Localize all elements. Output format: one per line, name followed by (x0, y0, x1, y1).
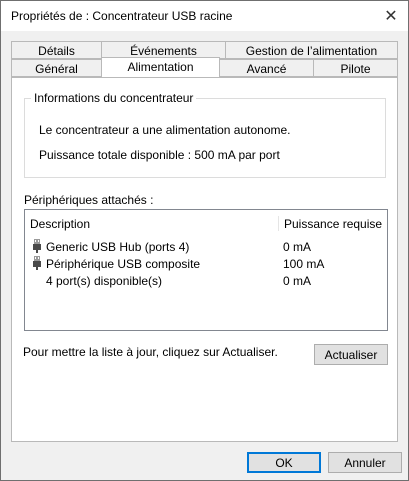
column-header-description[interactable]: Description (30, 217, 90, 231)
properties-dialog: Propriétés de : Concentrateur USB racine… (0, 0, 409, 481)
title-bar[interactable]: Propriétés de : Concentrateur USB racine… (1, 1, 408, 31)
close-icon[interactable]: ✕ (380, 5, 402, 27)
tab-driver[interactable]: Pilote (313, 59, 398, 77)
ok-button[interactable]: OK (247, 452, 321, 473)
tab-power-management[interactable]: Gestion de l’alimentation (225, 41, 398, 59)
device-description[interactable]: Generic USB Hub (ports 4) (46, 240, 189, 254)
attached-devices-list[interactable]: Description Puissance requise Generic US… (24, 209, 388, 331)
device-description[interactable]: Périphérique USB composite (46, 257, 200, 271)
tab-general[interactable]: Général (11, 59, 102, 77)
usb-plug-icon (33, 239, 41, 253)
column-separator[interactable] (278, 216, 279, 231)
device-description[interactable]: 4 port(s) disponible(s) (46, 274, 162, 288)
usb-plug-icon (33, 256, 41, 270)
window-title: Propriétés de : Concentrateur USB racine (11, 9, 233, 23)
hub-self-powered-text: Le concentrateur a une alimentation auto… (39, 123, 291, 137)
column-header-power[interactable]: Puissance requise (284, 217, 382, 231)
cancel-button[interactable]: Annuler (328, 452, 402, 473)
attached-devices-label: Périphériques attachés : (24, 193, 154, 207)
hub-info-group: Informations du concentrateur Le concent… (24, 91, 386, 178)
hub-info-legend: Informations du concentrateur (31, 91, 197, 105)
tab-details[interactable]: Détails (11, 41, 102, 59)
device-power[interactable]: 0 mA (283, 274, 311, 288)
device-power[interactable]: 0 mA (283, 240, 311, 254)
refresh-hint-text: Pour mettre la liste à jour, cliquez sur… (23, 345, 278, 359)
refresh-button[interactable]: Actualiser (314, 344, 388, 365)
tab-power[interactable]: Alimentation (101, 57, 220, 77)
tab-advanced[interactable]: Avancé (219, 59, 314, 77)
device-power[interactable]: 100 mA (283, 257, 324, 271)
hub-total-power-text: Puissance totale disponible : 500 mA par… (39, 148, 280, 162)
tab-panel-power: Informations du concentrateur Le concent… (11, 77, 398, 442)
